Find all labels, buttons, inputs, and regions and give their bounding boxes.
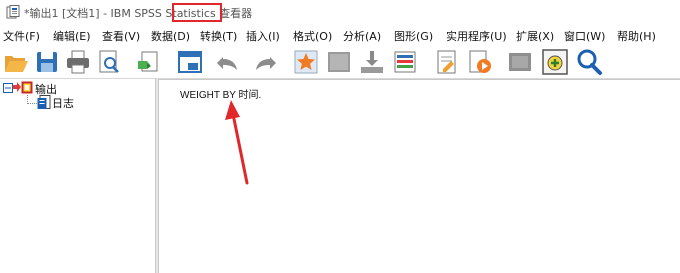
redo-icon[interactable] — [251, 48, 279, 76]
goto-case-icon[interactable] — [325, 48, 353, 76]
outline-child-label[interactable]: 日志 — [52, 95, 74, 111]
undo-icon[interactable] — [214, 48, 242, 76]
menu-utilities[interactable]: 实用程序(U) — [446, 28, 507, 44]
outline-pane: 输出 日志 — [0, 79, 155, 273]
tree-connector — [27, 103, 37, 104]
menu-bar: 文件(F) 编辑(E) 查看(V) 数据(D) 转换(T) 插入(I) 格式(O… — [0, 25, 680, 45]
content-border — [159, 79, 680, 80]
menu-analyze[interactable]: 分析(A) — [343, 28, 381, 44]
spss-viewer-icon — [6, 5, 20, 19]
title-highlight-box — [172, 3, 222, 22]
save-icon[interactable] — [33, 48, 61, 76]
menu-transform[interactable]: 转换(T) — [200, 28, 237, 44]
log-icon — [37, 95, 51, 109]
zoom-in-icon[interactable] — [541, 48, 569, 76]
menu-insert[interactable]: 插入(I) — [246, 28, 280, 44]
toolbar — [0, 45, 680, 78]
variables-icon[interactable] — [391, 48, 419, 76]
content-pane[interactable] — [159, 79, 680, 273]
run-script-icon[interactable] — [466, 48, 494, 76]
goto-variable-icon[interactable] — [358, 48, 386, 76]
menu-graphs[interactable]: 图形(G) — [394, 28, 433, 44]
open-icon[interactable] — [2, 48, 30, 76]
collapse-icon[interactable] — [3, 83, 13, 93]
recall-dialog-icon[interactable] — [176, 48, 204, 76]
title-bar: *输出1 [文档1] - IBM SPSS Statistics 查看器 — [0, 0, 680, 24]
menu-format[interactable]: 格式(O) — [293, 28, 332, 44]
designate-window-icon[interactable] — [433, 48, 461, 76]
goto-data-icon[interactable] — [292, 48, 320, 76]
menu-edit[interactable]: 编辑(E) — [53, 28, 91, 44]
menu-help[interactable]: 帮助(H) — [617, 28, 656, 44]
menu-extensions[interactable]: 扩展(X) — [516, 28, 554, 44]
menu-file[interactable]: 文件(F) — [3, 28, 40, 44]
search-icon[interactable] — [575, 48, 603, 76]
menu-view[interactable]: 查看(V) — [102, 28, 140, 44]
print-preview-icon[interactable] — [95, 48, 123, 76]
hide-icon[interactable] — [506, 48, 534, 76]
menu-window[interactable]: 窗口(W) — [564, 28, 605, 44]
selection-arrow-icon — [13, 82, 21, 92]
print-icon[interactable] — [64, 48, 92, 76]
output-book-icon — [21, 81, 33, 94]
menu-data[interactable]: 数据(D) — [151, 28, 190, 44]
log-syntax-text: WEIGHT BY 时间. — [180, 90, 262, 101]
export-icon[interactable] — [135, 48, 163, 76]
